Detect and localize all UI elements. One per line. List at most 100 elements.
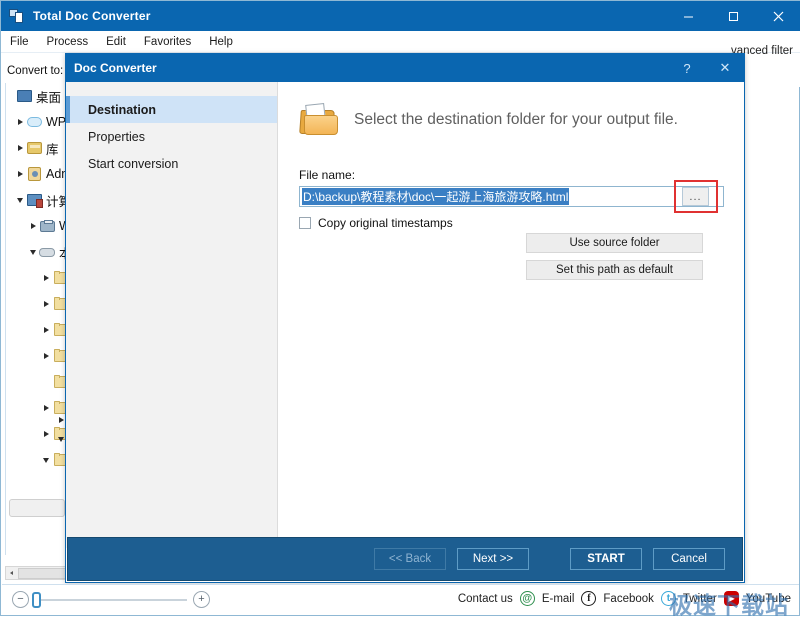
user-folder-icon bbox=[26, 167, 43, 182]
sidebar-item-label: Start conversion bbox=[88, 157, 178, 171]
chevron-down-icon[interactable] bbox=[13, 194, 26, 207]
menu-favorites[interactable]: Favorites bbox=[135, 34, 200, 50]
app-document-icon bbox=[9, 8, 25, 24]
desktop-icon bbox=[16, 89, 33, 104]
printer-icon bbox=[39, 219, 56, 234]
dialog-header: Select the destination folder for your o… bbox=[278, 82, 744, 138]
tree-item[interactable]: W bbox=[6, 213, 68, 239]
email-link[interactable]: E-mail bbox=[542, 593, 575, 605]
copy-timestamps-checkbox[interactable] bbox=[299, 217, 311, 229]
tree-spacer bbox=[39, 376, 52, 389]
menu-bar: File Process Edit Favorites Help bbox=[1, 31, 800, 53]
file-name-label: File name: bbox=[299, 168, 355, 182]
chevron-right-icon[interactable] bbox=[13, 116, 26, 129]
sidebar-item-start-conversion[interactable]: Start conversion bbox=[66, 150, 277, 177]
maximize-button[interactable] bbox=[711, 1, 756, 31]
tree-item[interactable]: 本 bbox=[6, 239, 68, 265]
dialog-help-button[interactable]: ? bbox=[668, 54, 706, 82]
chevron-right-icon[interactable] bbox=[26, 220, 39, 233]
menu-edit[interactable]: Edit bbox=[97, 34, 135, 50]
file-name-input[interactable]: D:\backup\教程素材\doc\一起游上海旅游攻略.html bbox=[299, 186, 724, 207]
open-folder-icon bbox=[298, 102, 340, 138]
tree-item[interactable] bbox=[6, 447, 68, 473]
email-icon[interactable]: @ bbox=[520, 591, 535, 606]
zoom-track[interactable] bbox=[35, 599, 187, 601]
sidebar-item-label: Properties bbox=[88, 130, 145, 144]
youtube-icon[interactable]: ▶ bbox=[724, 591, 739, 606]
tree-item[interactable] bbox=[6, 343, 68, 369]
contact-us-label: Contact us bbox=[458, 593, 513, 605]
sidebar-item-destination[interactable]: Destination bbox=[66, 96, 277, 123]
chevron-down-icon[interactable] bbox=[39, 454, 52, 467]
zoom-slider[interactable]: − + bbox=[12, 591, 210, 608]
tree-item[interactable] bbox=[6, 317, 68, 343]
dialog-body: Destination Properties Start conversion … bbox=[66, 82, 744, 548]
chevron-right-icon[interactable] bbox=[39, 324, 52, 337]
chevron-right-icon[interactable] bbox=[39, 298, 52, 311]
chevron-right-icon[interactable] bbox=[39, 402, 52, 415]
chevron-down-icon[interactable] bbox=[26, 246, 39, 259]
scrollbar-thumb[interactable] bbox=[18, 568, 66, 579]
youtube-link[interactable]: YouTube bbox=[746, 593, 791, 605]
contact-links: Contact us @ E-mail f Facebook t Twitter… bbox=[458, 591, 791, 606]
copy-timestamps-label: Copy original timestamps bbox=[318, 216, 453, 230]
close-button[interactable] bbox=[756, 1, 800, 31]
menu-help[interactable]: Help bbox=[200, 34, 242, 50]
annotation-highlight-box bbox=[674, 180, 718, 213]
dialog-title-bar: Doc Converter ? ✕ bbox=[66, 54, 744, 82]
dialog-close-button[interactable]: ✕ bbox=[706, 54, 744, 82]
tree-item-label: 库 bbox=[46, 139, 59, 158]
application-window: Total Doc Converter File Process Edit Fa… bbox=[0, 0, 800, 616]
chevron-right-icon[interactable] bbox=[13, 142, 26, 155]
chevron-right-icon[interactable] bbox=[39, 428, 52, 441]
tree-item[interactable] bbox=[6, 265, 68, 291]
menu-process[interactable]: Process bbox=[38, 34, 98, 50]
zoom-out-icon[interactable]: − bbox=[12, 591, 29, 608]
tree-item[interactable]: WPS bbox=[6, 109, 68, 135]
menu-file[interactable]: File bbox=[1, 34, 38, 50]
twitter-link[interactable]: Twitter bbox=[683, 593, 717, 605]
copy-timestamps-row[interactable]: Copy original timestamps bbox=[299, 216, 453, 230]
chevron-right-icon[interactable] bbox=[39, 272, 52, 285]
scroll-left-icon[interactable] bbox=[6, 567, 18, 579]
chevron-right-icon[interactable] bbox=[39, 350, 52, 363]
cancel-button[interactable]: Cancel bbox=[653, 548, 725, 570]
chevron-right-icon[interactable] bbox=[13, 168, 26, 181]
drive-icon bbox=[39, 245, 56, 260]
facebook-icon[interactable]: f bbox=[581, 591, 596, 606]
use-source-folder-button[interactable]: Use source folder bbox=[526, 233, 703, 253]
back-button[interactable]: << Back bbox=[374, 548, 446, 570]
status-bar: − + Contact us @ E-mail f Facebook t Twi… bbox=[2, 584, 799, 614]
zoom-handle[interactable] bbox=[32, 592, 41, 608]
set-path-default-button[interactable]: Set this path as default bbox=[526, 260, 703, 280]
doc-converter-dialog: Doc Converter ? ✕ Destination Properties… bbox=[65, 53, 745, 583]
dialog-heading: Select the destination folder for your o… bbox=[354, 111, 678, 129]
file-name-value: D:\backup\教程素材\doc\一起游上海旅游攻略.html bbox=[302, 188, 569, 205]
tree-item[interactable] bbox=[6, 369, 68, 395]
next-button[interactable]: Next >> bbox=[457, 548, 529, 570]
tree-item[interactable]: 计算 bbox=[6, 187, 68, 213]
dialog-footer: << Back Next >> START Cancel bbox=[67, 537, 743, 581]
computer-icon bbox=[26, 193, 43, 208]
dialog-title: Doc Converter bbox=[74, 61, 157, 75]
convert-to-label: Convert to: bbox=[7, 65, 63, 77]
tree-item[interactable] bbox=[6, 291, 68, 317]
tree-horizontal-scrollbar[interactable] bbox=[5, 566, 67, 580]
minimize-button[interactable] bbox=[666, 1, 711, 31]
zoom-in-icon[interactable]: + bbox=[193, 591, 210, 608]
tree-item[interactable]: Adm bbox=[6, 161, 68, 187]
sidebar-item-label: Destination bbox=[88, 103, 156, 117]
window-title-bar: Total Doc Converter bbox=[1, 1, 800, 31]
facebook-link[interactable]: Facebook bbox=[603, 593, 654, 605]
dialog-main-panel: Select the destination folder for your o… bbox=[278, 82, 744, 548]
tree-item[interactable]: 桌面 bbox=[6, 83, 68, 109]
cloud-icon bbox=[26, 115, 43, 130]
tree-panel-button[interactable] bbox=[9, 499, 65, 517]
folder-tree[interactable]: 桌面 WPS 库 Adm 计算 W 本 bbox=[5, 83, 68, 555]
tree-item[interactable]: 库 bbox=[6, 135, 68, 161]
twitter-icon[interactable]: t bbox=[661, 591, 676, 606]
dialog-sidebar: Destination Properties Start conversion bbox=[66, 82, 278, 548]
sidebar-item-properties[interactable]: Properties bbox=[66, 123, 277, 150]
library-icon bbox=[26, 141, 43, 156]
start-button[interactable]: START bbox=[570, 548, 642, 570]
